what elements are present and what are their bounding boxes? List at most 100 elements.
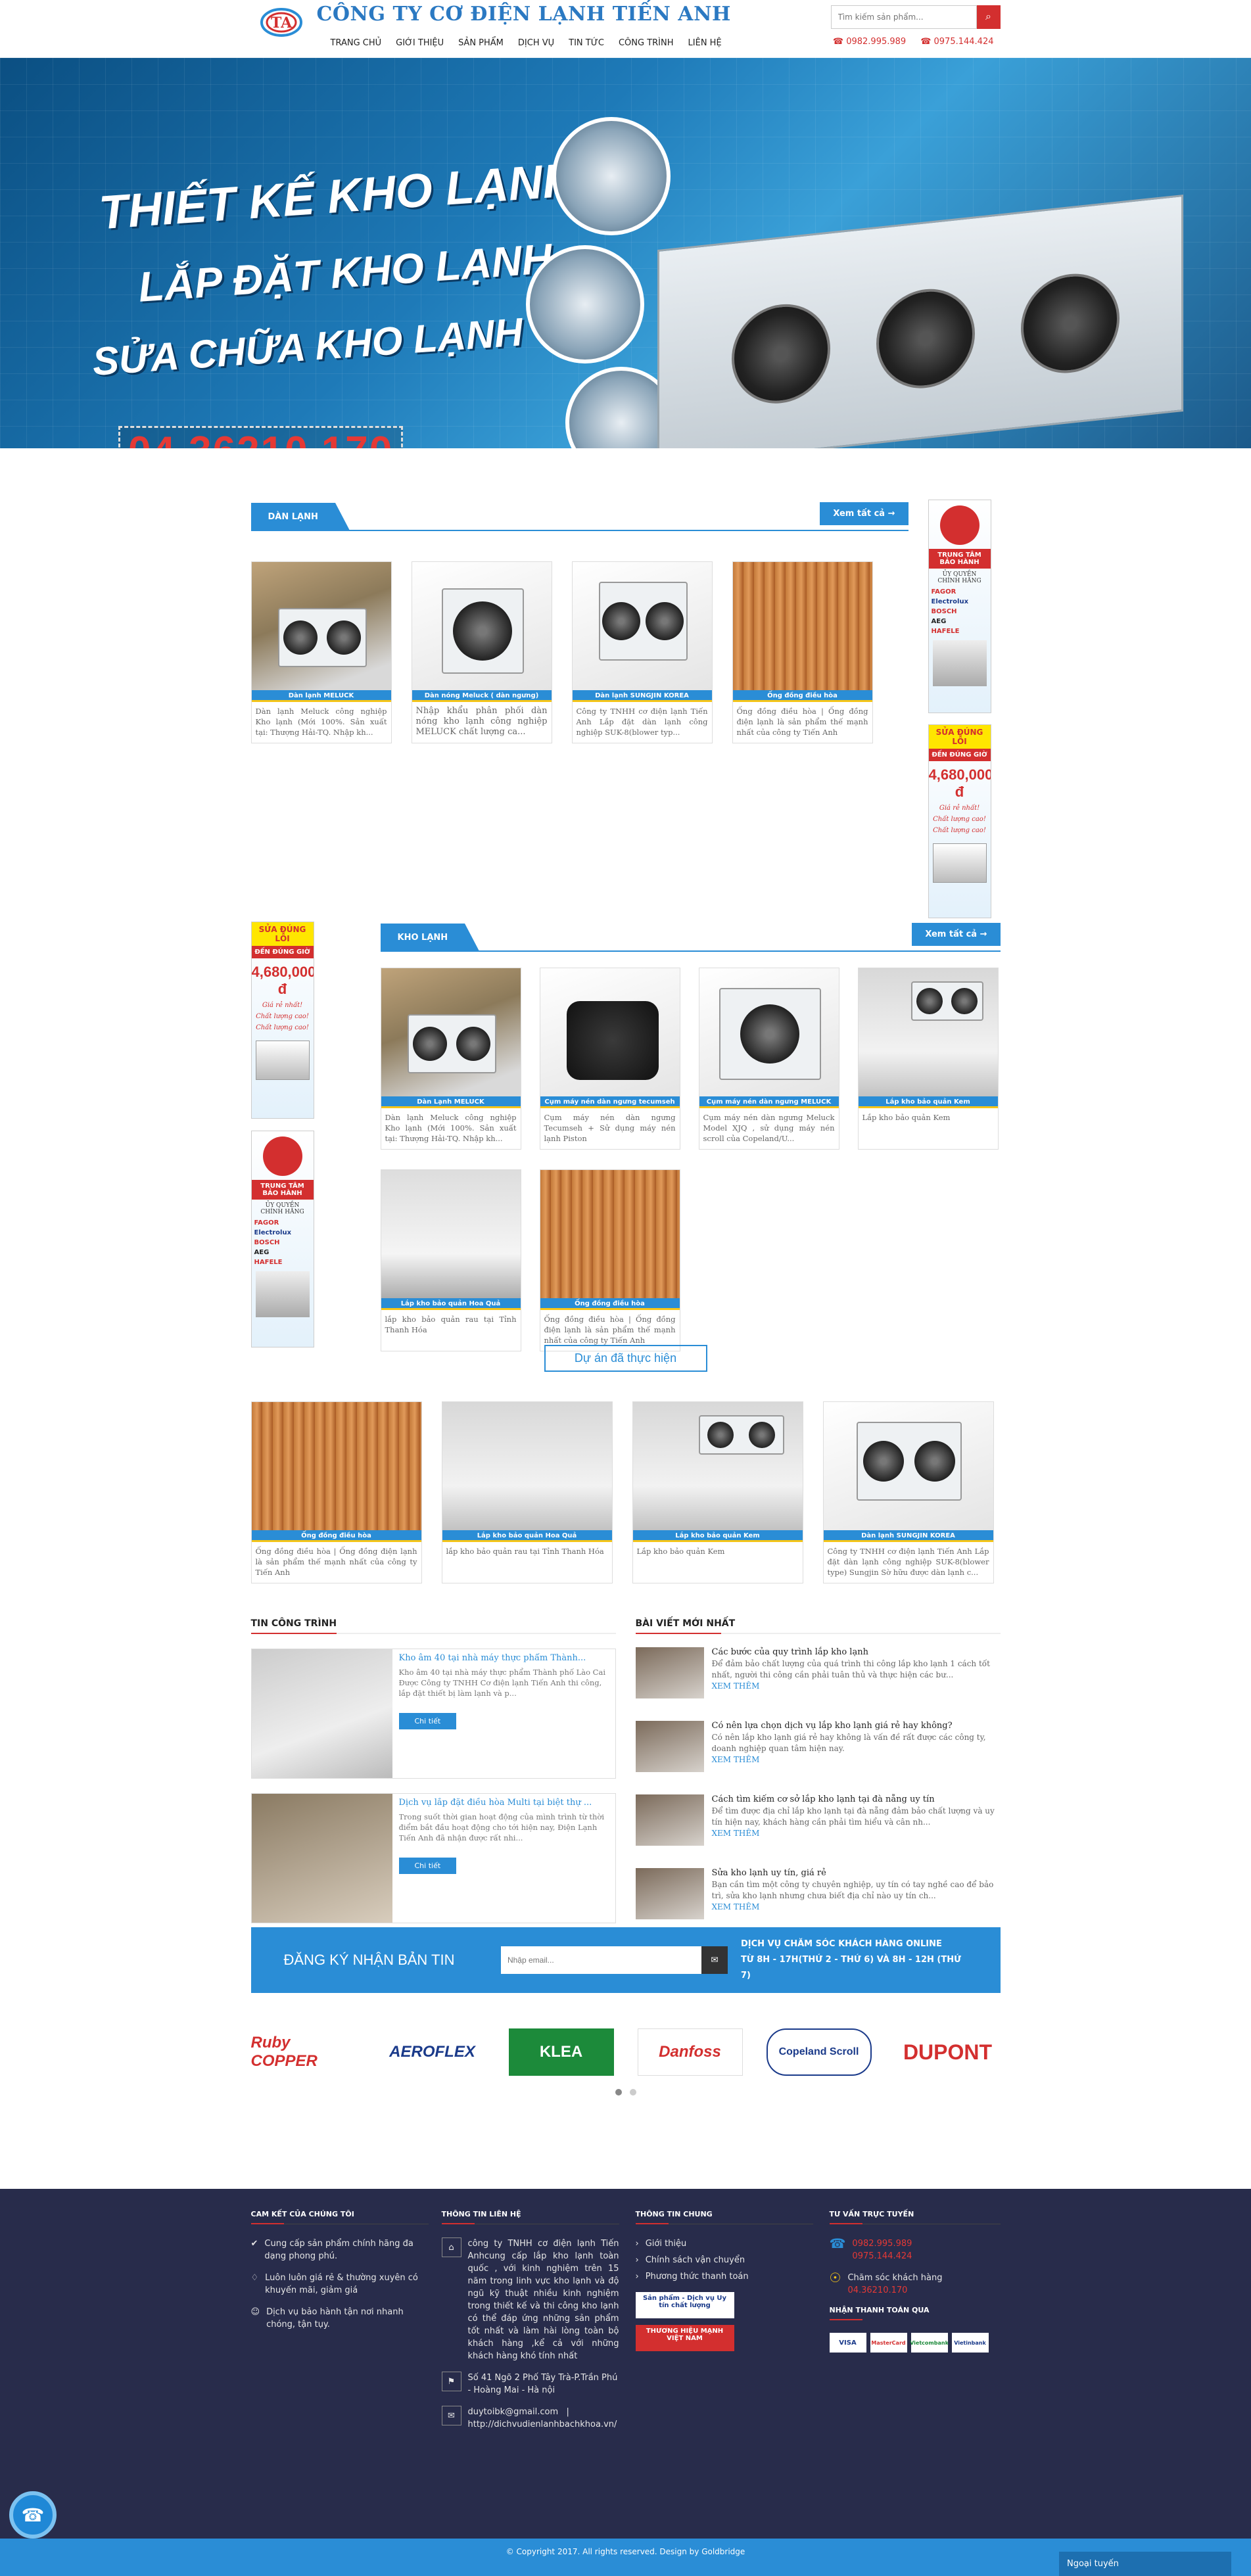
post-title[interactable]: Có nên lựa chọn dịch vụ lắp kho lạnh giá… <box>712 1721 1001 1731</box>
repair-ad-left[interactable]: SỬA ĐÚNG LỖI ĐẾN ĐÚNG GIỜ 4,680,000 đ Gi… <box>250 922 314 1119</box>
company-name: CÔNG TY CƠ ĐIỆN LẠNH TIẾN ANH <box>316 3 731 26</box>
product-image: Ống đồng điều hòa <box>732 562 872 702</box>
cong-trinh-item-title[interactable]: Kho âm 40 tại nhà máy thực phẩm Thành... <box>399 1653 609 1663</box>
detail-button[interactable]: Chi tiết <box>398 1713 457 1729</box>
product-list-dan-lanh: Dàn lạnh MELUCK Dàn lạnh Meluck công ngh… <box>250 561 909 743</box>
product-card[interactable]: Lắp kho bảo quản Hoa Quả lắp kho bảo quả… <box>380 1169 521 1351</box>
carousel-dot-2[interactable] <box>629 2089 636 2096</box>
footer-general-column: THÔNG TIN CHUNG › Giới thiệu › Chính sách … <box>635 2210 813 2351</box>
hotline-1[interactable]: ☎ 0982.995.989 <box>833 37 906 47</box>
read-more-link[interactable]: XEM THÊM <box>712 1681 760 1691</box>
post-item[interactable]: Cách tìm kiếm cơ sở lắp kho lạnh tại đà … <box>635 1794 1001 1855</box>
brand-electrolux: Electrolux <box>254 1229 292 1236</box>
nav-item-services[interactable]: DỊCH VỤ <box>511 34 561 52</box>
projects-done-button[interactable]: Dự án đã thực hiện <box>544 1345 707 1372</box>
project-card[interactable]: Lắp kho bảo quản Hoa Quả lắp kho bảo quả… <box>441 1401 613 1583</box>
search-icon: ⌕ <box>985 11 991 22</box>
search-bar: ⌕ <box>830 5 1001 29</box>
project-image: Dàn lạnh SUNGJIN KOREA <box>823 1402 993 1542</box>
project-desc: Công ty TNHH cơ điện lạnh Tiến Anh Lắp đ… <box>827 1547 989 1577</box>
see-all-dan-lanh-button[interactable]: Xem tất cả → <box>820 502 909 525</box>
carousel-dot-1[interactable] <box>615 2089 622 2096</box>
product-card[interactable]: Dàn lạnh SUNGJIN KOREA Công ty TNHH cơ đ… <box>571 561 713 743</box>
partner-logo-aeroflex[interactable]: AEROFLEX <box>380 2028 485 2076</box>
consult-phone-1[interactable]: 0982.995.989 <box>852 2239 912 2249</box>
consult-phone-2[interactable]: 0975.144.424 <box>852 2251 912 2261</box>
newsletter-submit-button[interactable]: ✉ <box>701 1946 728 1974</box>
partner-logo-copeland[interactable]: Copeland Scroll <box>766 2028 872 2076</box>
read-more-link[interactable]: XEM THÊM <box>712 1829 760 1838</box>
project-card[interactable]: Ống đồng điều hòa Ống đồng điều hòa | Ốn… <box>250 1401 422 1583</box>
read-more-link[interactable]: XEM THÊM <box>712 1755 760 1764</box>
call-now-button[interactable]: ☎ <box>9 2491 57 2539</box>
post-title[interactable]: Các bước của quy trình lắp kho lạnh <box>712 1647 1001 1657</box>
partner-logo-dupont[interactable]: DUPONT <box>895 2028 1001 2076</box>
footer-email: ✉ duytoibk@gmail.com | http://dichvudienla… <box>441 2406 619 2431</box>
website-link[interactable]: http://dichvudienlanhbachkhoa.vn/ <box>468 2420 617 2429</box>
product-desc: Ống đồng điều hòa | Ống đồng điện lạnh l… <box>736 707 868 737</box>
partner-logo-ruby[interactable]: Ruby COPPER <box>251 2028 356 2076</box>
customer-care-phone[interactable]: 04.36210.170 <box>847 2285 907 2295</box>
post-item[interactable]: Các bước của quy trình lắp kho lạnh Để đả… <box>635 1647 1001 1708</box>
project-card[interactable]: Lắp kho bảo quản Kem Lắp kho bảo quản Ke… <box>632 1401 803 1583</box>
product-image: Dàn lạnh SUNGJIN KOREA <box>572 562 712 702</box>
footer-link-payment[interactable]: › Phương thức thanh toán <box>636 2270 813 2283</box>
product-label: Cụm máy nén dàn ngưng MELUCK <box>699 1096 839 1108</box>
air-conditioner-image <box>932 843 987 883</box>
customer-care: ☉ Chăm sóc khách hàng 04.36210.170 <box>830 2271 1001 2297</box>
product-card[interactable]: Ống đồng điều hòa Ống đồng điều hòa | Ốn… <box>539 1169 680 1351</box>
hotline-2[interactable]: ☎ 0975.144.424 <box>920 37 993 47</box>
post-title[interactable]: Cách tìm kiếm cơ sở lắp kho lạnh tại đà … <box>712 1794 1001 1804</box>
footer-link-shipping[interactable]: › Chính sách vận chuyển <box>636 2254 813 2266</box>
nav-item-home[interactable]: TRANG CHỦ <box>323 34 389 52</box>
partner-logo-danfoss[interactable]: Danfoss <box>637 2028 743 2076</box>
cong-trinh-image <box>251 1794 392 1923</box>
svg-text:TA: TA <box>271 14 293 32</box>
product-card[interactable]: Lắp kho bảo quản Kem Lắp kho bảo quản Ke… <box>857 968 999 1150</box>
project-card[interactable]: Dàn lạnh SUNGJIN KOREA Công ty TNHH cơ đ… <box>822 1401 994 1583</box>
nav-item-about[interactable]: GIỚI THIỆU <box>389 34 451 52</box>
online-chat-widget[interactable]: Ngoại tuyến <box>1059 2552 1231 2576</box>
phone-icon: ☎ <box>832 37 847 47</box>
repair-ad[interactable]: SỬA ĐÚNG LỖI ĐẾN ĐÚNG GIỜ 4,680,000 đ Gi… <box>928 724 991 918</box>
product-card[interactable]: Dàn lạnh MELUCK Dàn lạnh Meluck công ngh… <box>250 561 392 743</box>
post-item[interactable]: Sửa kho lạnh uy tín, giá rẻ Bạn cần tìm m… <box>635 1868 1001 1929</box>
product-card[interactable]: Dàn nóng Meluck ( dàn ngưng) Nhập khẩu p… <box>411 561 552 743</box>
footer-commit-column: CAM KẾT CỦA CHÚNG TÔI ✔ Cung cấp sản phẩm… <box>250 2210 429 2340</box>
section-header-dan-lanh: DÀN LẠNH Xem tất cả → <box>250 501 909 531</box>
warranty-ad-left[interactable]: TRUNG TÂM BẢO HÀNH ỦY QUYỀN CHÍNH HÃNG F… <box>250 1131 314 1347</box>
newsletter-email-input[interactable] <box>500 1946 701 1974</box>
warranty-ad[interactable]: TRUNG TÂM BẢO HÀNH ỦY QUYỀN CHÍNH HÃNG F… <box>928 500 991 713</box>
post-item[interactable]: Có nên lựa chọn dịch vụ lắp kho lạnh giá… <box>635 1721 1001 1781</box>
see-all-kho-lanh-button[interactable]: Xem tất cả → <box>912 923 1001 946</box>
search-input[interactable] <box>830 5 977 29</box>
detail-button[interactable]: Chi tiết <box>398 1858 457 1874</box>
nav-item-contact[interactable]: LIÊN HỆ <box>681 34 729 52</box>
footer-link-about[interactable]: › Giới thiệu <box>636 2237 813 2250</box>
search-button[interactable]: ⌕ <box>976 5 1001 29</box>
nav-item-projects[interactable]: CÔNG TRÌNH <box>611 34 681 52</box>
section-title-dan-lanh: DÀN LẠNH <box>250 503 350 531</box>
product-card[interactable]: Cụm máy nén dàn ngưng MELUCK Cụm máy nén… <box>698 968 839 1150</box>
product-card[interactable]: Cụm máy nén dàn ngưng tecumseh Cụm máy n… <box>539 968 680 1150</box>
product-desc: Dàn lạnh Meluck công nghiệp Kho lạnh (Mớ… <box>255 707 387 737</box>
nav-item-products[interactable]: SẢN PHẨM <box>451 34 511 52</box>
product-label: Lắp kho bảo quản Kem <box>858 1096 998 1108</box>
product-card[interactable]: Dàn Lạnh MELUCK Dàn lạnh Meluck công ngh… <box>380 968 521 1150</box>
cong-trinh-item-title[interactable]: Dịch vụ lắp đặt điều hòa Multi tại biệt … <box>399 1798 609 1808</box>
post-title[interactable]: Sửa kho lạnh uy tín, giá rẻ <box>712 1868 1001 1878</box>
partner-logo-klea[interactable]: KLEA <box>508 2028 614 2076</box>
product-desc: Nhập khẩu phân phối dàn nóng kho lạnh cô… <box>415 706 548 737</box>
company-logo[interactable]: TA <box>258 4 305 46</box>
cong-trinh-item[interactable]: Dịch vụ lắp đặt điều hòa Multi tại biệt … <box>250 1793 616 1923</box>
hero-banner[interactable]: THIẾT KẾ KHO LẠNH LẮP ĐẶT KHO LẠNH SỬA C… <box>0 58 1251 448</box>
read-more-link[interactable]: XEM THÊM <box>712 1902 760 1911</box>
phone-icon: ☎ <box>920 37 934 47</box>
repair-ad-tag-2: Chất lượng cao! <box>933 816 986 823</box>
cong-trinh-item[interactable]: Kho âm 40 tại nhà máy thực phẩm Thành...… <box>250 1649 616 1779</box>
brand-hafele: HAFELE <box>254 1259 283 1266</box>
product-card[interactable]: Ống đồng điều hòa Ống đồng điều hòa | Ốn… <box>732 561 873 743</box>
email-link[interactable]: duytoibk@gmail.com <box>468 2407 559 2417</box>
nav-item-news[interactable]: TIN TỨC <box>561 34 611 52</box>
footer-general-title: THÔNG TIN CHUNG <box>635 2210 813 2224</box>
